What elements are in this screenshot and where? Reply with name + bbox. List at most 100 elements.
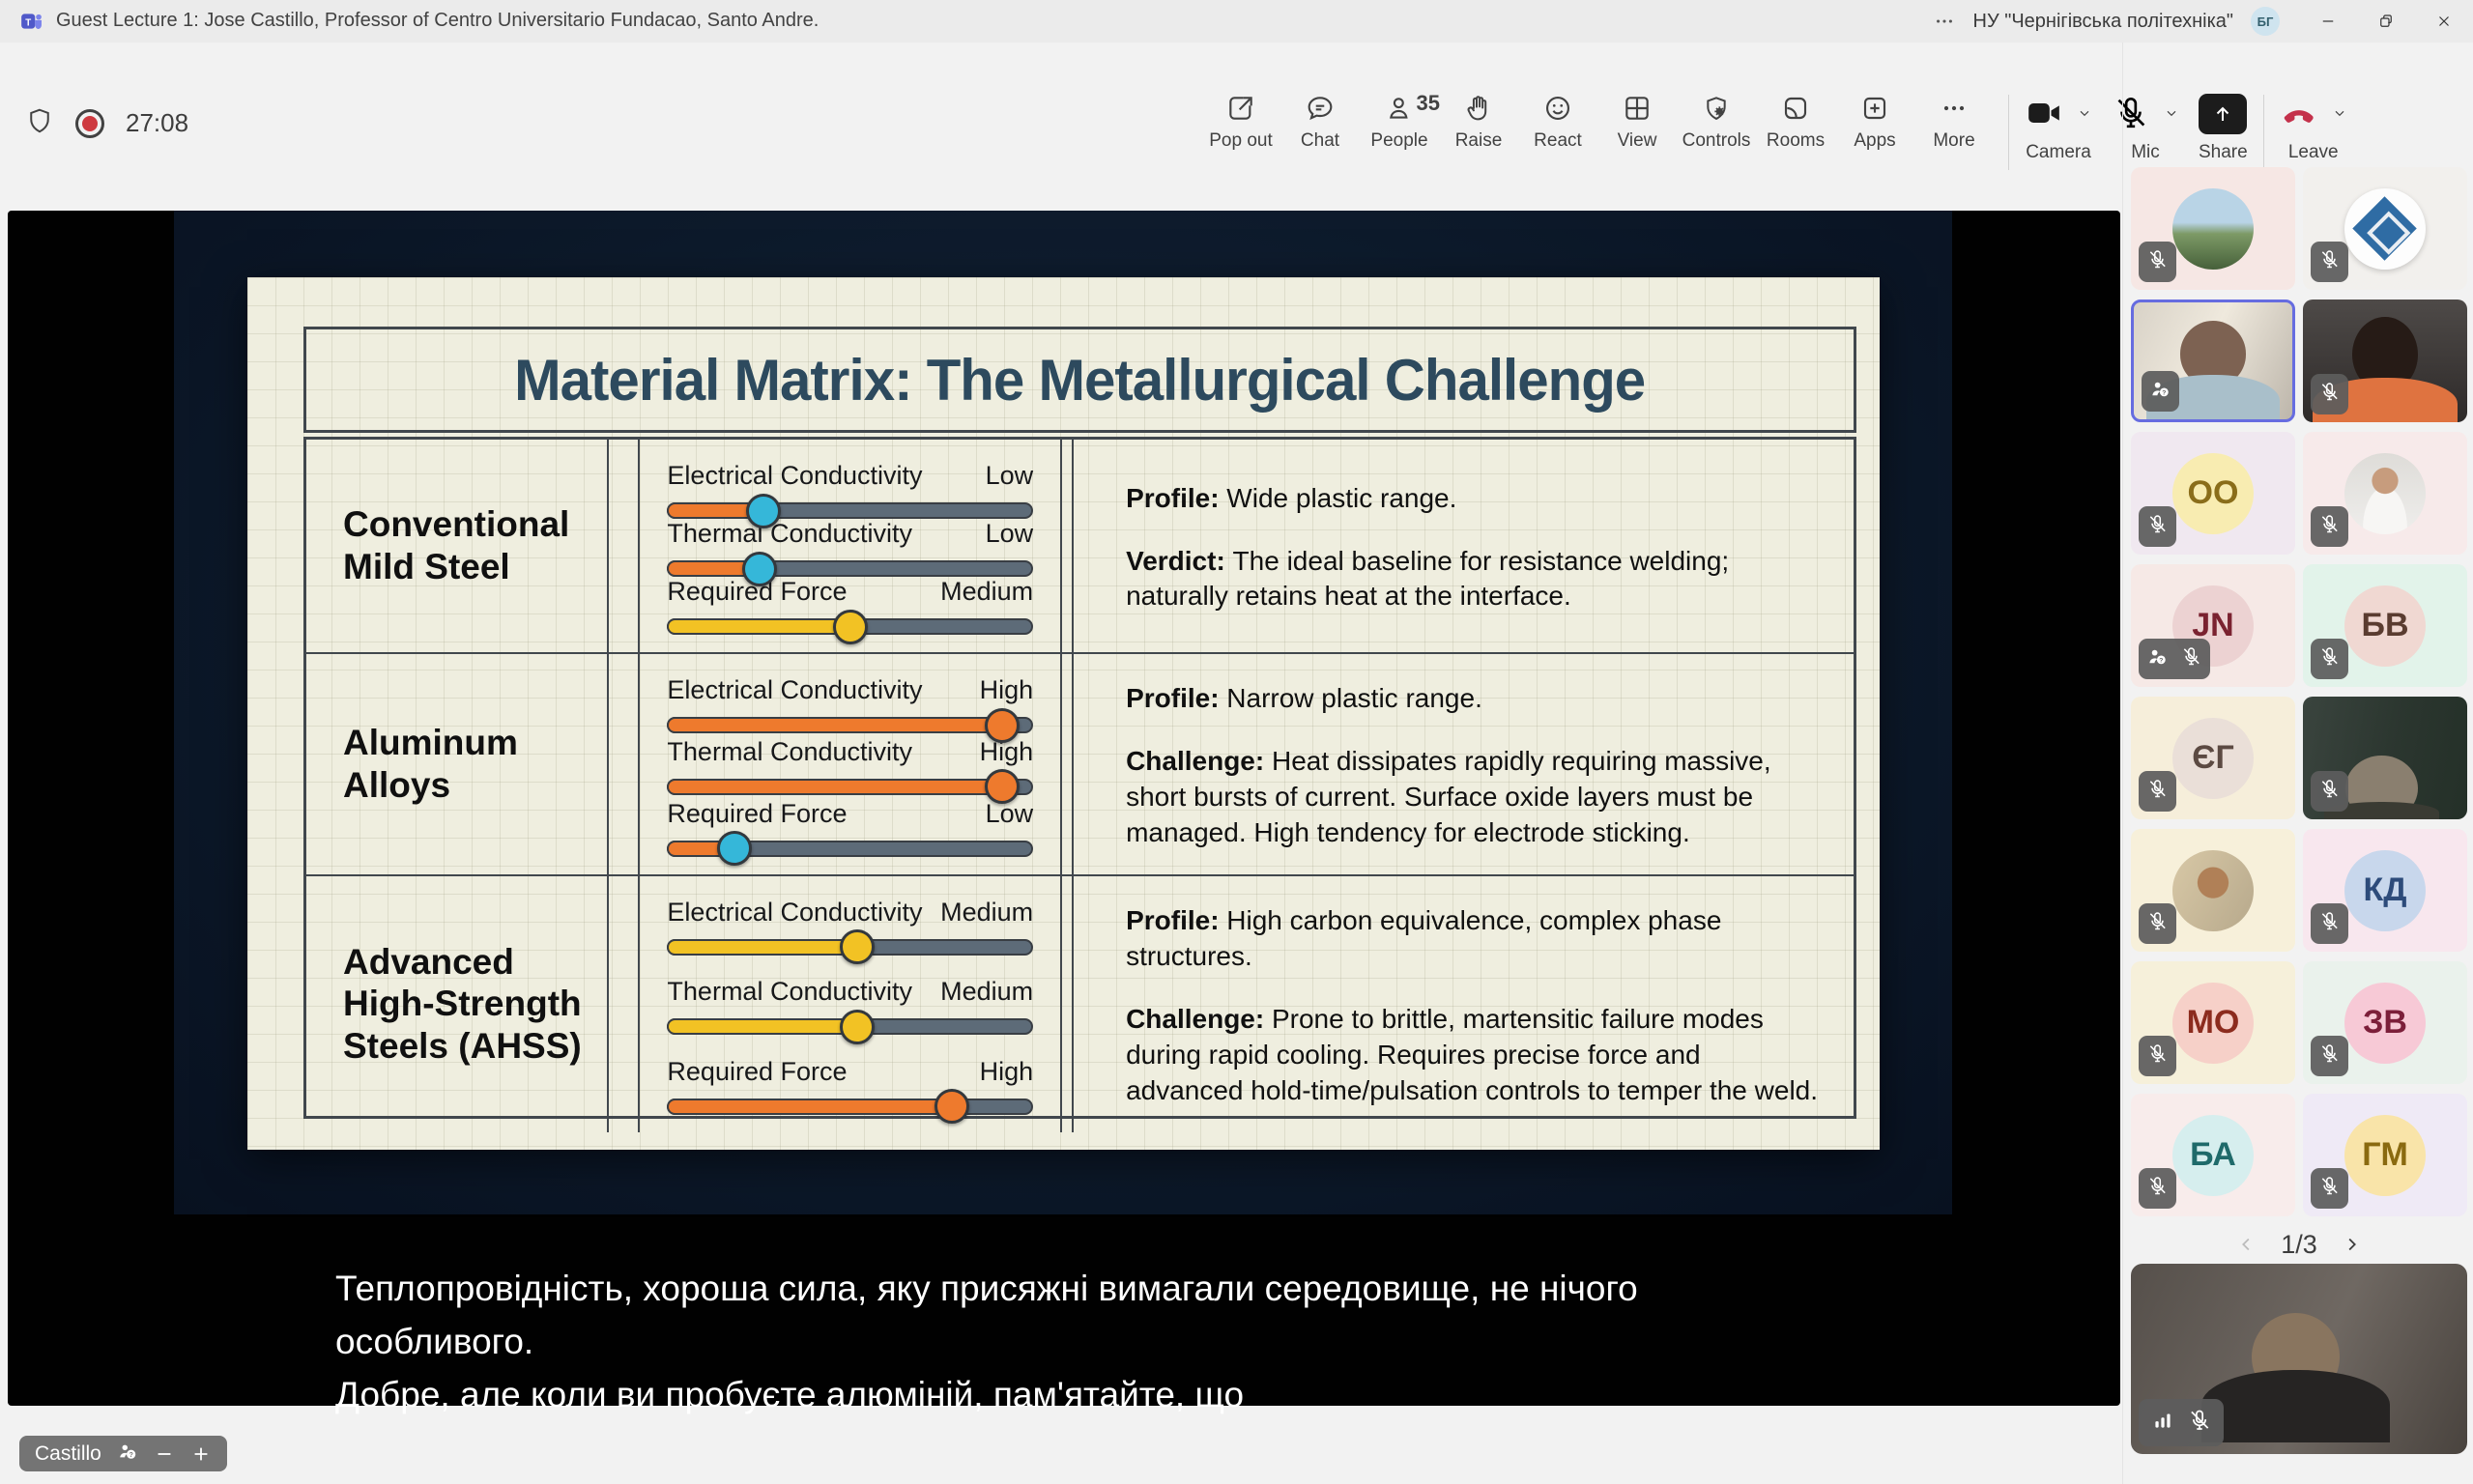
grid-pagination: 1/3 (2131, 1223, 2467, 1266)
react-button[interactable]: React (1518, 93, 1597, 152)
person-question-icon: ? (2149, 378, 2171, 405)
mic-off-icon (2318, 513, 2341, 540)
mic-off-icon (2187, 1408, 2212, 1438)
participant-tile-landscape[interactable] (2131, 167, 2295, 290)
toolbar-buttons: Pop out Chat35PeopleRaiseReact View Control… (1201, 93, 1994, 152)
camera-button[interactable]: Camera (2015, 93, 2102, 163)
popout-button[interactable]: Pop out (1201, 93, 1280, 152)
react-icon (1542, 112, 1573, 127)
slider-fill (667, 779, 1002, 795)
chat-button[interactable]: Chat (1280, 93, 1360, 152)
slider-electrical-conductivity: Electrical ConductivityMedium (667, 898, 1033, 956)
slider-level: Medium (940, 577, 1033, 607)
account-avatar[interactable]: БГ (2251, 7, 2280, 36)
mic-off-icon (2318, 381, 2341, 408)
participant-tile-shirt[interactable] (2303, 432, 2467, 555)
avatar: КД (2344, 850, 2426, 931)
self-video-tile[interactable] (2131, 1264, 2467, 1454)
participant-tile-chalk[interactable] (2303, 697, 2467, 819)
meeting-timer: 27:08 (126, 108, 188, 138)
material-notes: Profile: Narrow plastic range.Challenge:… (1072, 652, 1854, 874)
participant-tile-smiling[interactable] (2131, 829, 2295, 952)
participant-tile-ОО[interactable]: ОО (2131, 432, 2295, 555)
avatar: ЗВ (2344, 983, 2426, 1064)
avatar-photo (2172, 188, 2254, 270)
table-gutter (1060, 440, 1072, 652)
participant-tile-МО[interactable]: МО (2131, 961, 2295, 1084)
participant-tile-ГМ[interactable]: ГМ (2303, 1094, 2467, 1216)
apps-icon (1859, 112, 1890, 127)
svg-text:?: ? (2159, 657, 2163, 664)
participant-tile-ЄГ[interactable]: ЄГ (2131, 697, 2295, 819)
slider-electrical-conductivity: Electrical ConductivityLow (667, 461, 1033, 519)
page-previous-icon[interactable] (2236, 1234, 2257, 1255)
slider-label: Thermal Conductivity (667, 737, 912, 767)
slider-knob (840, 929, 875, 964)
tile-status-badges (2139, 242, 2176, 282)
slider-level: Low (986, 519, 1034, 549)
participant-tile-ЗВ[interactable]: ЗВ (2303, 961, 2467, 1084)
person-question-icon: ? (117, 1441, 138, 1467)
caption-decrease-button[interactable] (154, 1443, 175, 1465)
property-sliders: Electrical ConductivityLowThermal Conduc… (638, 440, 1060, 652)
participant-tile-logo[interactable] (2303, 167, 2467, 290)
slider-track (667, 939, 1033, 956)
participant-grid: ? ООJN?БВ ЄГ КД МО ЗВ БАГМ (2131, 167, 2467, 1216)
caption-line: Добре, але коли ви пробуєте алюміній, па… (335, 1368, 1843, 1421)
tile-status-badges: ? (2139, 639, 2210, 679)
page-indicator: 1/3 (2281, 1230, 2317, 1260)
participant-tile-castillo[interactable]: ? (2131, 300, 2295, 422)
more-label: More (1933, 130, 1974, 152)
slider-level: Low (986, 461, 1034, 491)
raise-icon (1463, 112, 1494, 127)
table-gutter (607, 874, 639, 1132)
window-restore-icon[interactable] (2357, 0, 2415, 43)
participant-tile-JN[interactable]: JN? (2131, 564, 2295, 687)
raise-button[interactable]: Raise (1439, 93, 1518, 152)
participant-tile-БВ[interactable]: БВ (2303, 564, 2467, 687)
avatar: ЄГ (2172, 718, 2254, 799)
mic-off-icon (2146, 778, 2169, 805)
self-tile-badges (2139, 1399, 2224, 1446)
recording-indicator-icon (75, 109, 104, 138)
material-name: Conventional Mild Steel (306, 440, 607, 652)
speaker-name: Castillo (35, 1442, 101, 1466)
page-next-icon[interactable] (2341, 1234, 2362, 1255)
slide-title-box: Material Matrix: The Metallurgical Chall… (303, 327, 1856, 433)
people-label: People (1370, 130, 1427, 152)
titlebar-overflow-icon[interactable] (1925, 11, 1964, 32)
slider-track (667, 1018, 1033, 1035)
participant-tile-woman[interactable] (2303, 300, 2467, 422)
apps-button[interactable]: Apps (1835, 93, 1914, 152)
property-sliders: Electrical ConductivityMediumThermal Con… (638, 874, 1060, 1132)
caption-increase-button[interactable] (190, 1443, 212, 1465)
shared-presentation-video: Material Matrix: The Metallurgical Chall… (174, 211, 1952, 1214)
window-close-icon[interactable] (2415, 0, 2473, 43)
teams-logo-icon: T (19, 9, 44, 34)
people-button[interactable]: 35People (1360, 93, 1439, 152)
caption-speaker-pill: Castillo ? (19, 1436, 227, 1471)
shield-icon (25, 106, 54, 140)
more-button[interactable]: More (1914, 93, 1994, 152)
camera-label: Camera (2026, 142, 2091, 163)
mic-off-icon (2318, 1042, 2341, 1070)
participant-tile-КД[interactable]: КД (2303, 829, 2467, 952)
tile-status-badges (2311, 506, 2348, 547)
avatar-photo (2344, 453, 2426, 534)
svg-text:?: ? (2162, 389, 2166, 396)
view-button[interactable]: View (1597, 93, 1677, 152)
table-gutter (607, 440, 639, 652)
participants-sidebar: ? ООJN?БВ ЄГ КД МО ЗВ БАГМ 1/3 (2122, 43, 2473, 1484)
rooms-button[interactable]: Rooms (1756, 93, 1835, 152)
slider-fill (667, 717, 1002, 733)
slider-knob (742, 552, 777, 586)
apps-label: Apps (1854, 130, 1895, 152)
participant-tile-БА[interactable]: БА (2131, 1094, 2295, 1216)
view-label: View (1618, 130, 1657, 152)
chevron-down-icon[interactable] (2077, 105, 2092, 124)
shared-screen-stage: Material Matrix: The Metallurgical Chall… (8, 211, 2120, 1406)
controls-button[interactable]: Controls (1677, 93, 1756, 152)
popout-label: Pop out (1209, 130, 1273, 152)
window-minimize-icon[interactable] (2299, 0, 2357, 43)
tile-status-badges (2139, 771, 2176, 812)
